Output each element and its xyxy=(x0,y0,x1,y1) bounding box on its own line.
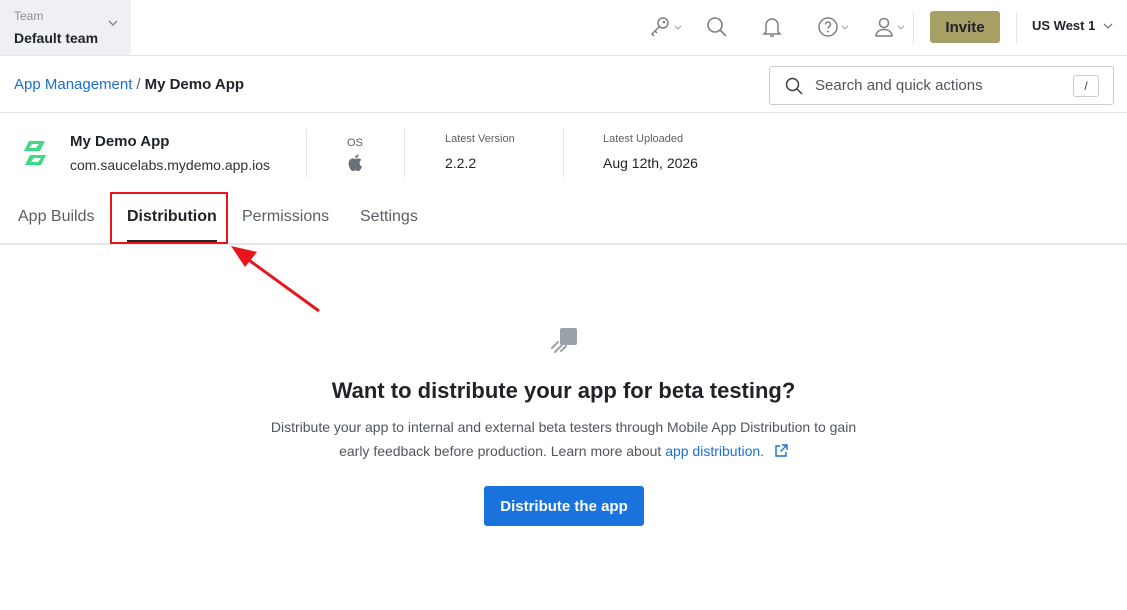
chevron-down-icon xyxy=(841,25,849,30)
empty-state-description-text: Distribute your app to internal and exte… xyxy=(270,419,857,459)
os-label: OS xyxy=(347,137,363,149)
search-icon xyxy=(707,17,727,37)
region-selector[interactable]: US West 1 xyxy=(1032,18,1113,33)
divider xyxy=(404,129,405,177)
external-link-icon[interactable] xyxy=(774,444,788,458)
breadcrumb-current: My Demo App xyxy=(144,76,245,93)
invite-button[interactable]: Invite xyxy=(930,11,1000,43)
team-name: Default team xyxy=(14,30,99,46)
search-placeholder: Search and quick actions xyxy=(815,77,983,94)
divider xyxy=(306,129,307,177)
latest-version-label: Latest Version xyxy=(445,133,515,145)
empty-state-title: Want to distribute your app for beta tes… xyxy=(331,378,796,403)
key-icon xyxy=(650,17,669,37)
help-menu-button[interactable] xyxy=(817,14,849,40)
chevron-down-icon xyxy=(108,20,118,26)
search-button[interactable] xyxy=(705,14,729,40)
key-menu-button[interactable] xyxy=(648,14,682,40)
latest-uploaded-value: Aug 12th, 2026 xyxy=(603,155,698,171)
user-menu-button[interactable] xyxy=(873,14,905,40)
help-icon xyxy=(818,17,838,37)
notifications-button[interactable] xyxy=(761,14,783,40)
breadcrumb-separator: / xyxy=(136,76,141,93)
region-label: US West 1 xyxy=(1032,18,1096,33)
latest-version-value: 2.2.2 xyxy=(445,155,477,171)
breadcrumb: App Management / My Demo App xyxy=(14,76,244,94)
search-icon xyxy=(785,77,803,95)
bell-icon xyxy=(762,18,782,37)
latest-uploaded-label: Latest Uploaded xyxy=(603,133,684,145)
user-icon xyxy=(875,17,893,37)
team-selector[interactable]: Team Default team xyxy=(0,0,131,55)
link-period: . xyxy=(760,443,765,459)
chevron-down-icon xyxy=(897,25,905,30)
search-input[interactable]: Search and quick actions / xyxy=(769,66,1114,105)
divider xyxy=(563,129,564,177)
divider xyxy=(1016,12,1017,44)
empty-state-description: Distribute your app to internal and exte… xyxy=(263,415,864,463)
breadcrumb-bar: App Management / My Demo App Search and qu… xyxy=(0,56,1127,113)
app-name: My Demo App xyxy=(70,133,170,150)
tab-permissions[interactable]: Permissions xyxy=(242,194,329,243)
tab-distribution-label: Distribution xyxy=(127,208,217,225)
app-bundle-id: com.saucelabs.mydemo.app.ios xyxy=(70,157,270,173)
chevron-down-icon xyxy=(1103,23,1113,29)
team-label: Team xyxy=(14,9,44,23)
distribute-app-button[interactable]: Distribute the app xyxy=(484,486,644,526)
tab-distribution[interactable]: Distribution xyxy=(127,194,217,243)
top-bar: Team Default team Invite US West 1 xyxy=(0,0,1127,56)
app-distribution-link[interactable]: app distribution xyxy=(665,443,760,459)
app-logo-icon xyxy=(24,141,46,165)
chevron-down-icon xyxy=(674,25,682,30)
breadcrumb-app-management-link[interactable]: App Management xyxy=(14,76,132,93)
active-tab-indicator xyxy=(127,240,217,243)
tab-bar: App Builds Distribution Permissions Sett… xyxy=(0,194,1127,245)
keyboard-shortcut-badge: / xyxy=(1073,75,1099,97)
tab-app-builds[interactable]: App Builds xyxy=(18,194,95,243)
distribution-icon xyxy=(551,328,577,353)
apple-icon xyxy=(348,154,362,171)
divider xyxy=(913,12,914,44)
tab-settings[interactable]: Settings xyxy=(360,194,418,243)
